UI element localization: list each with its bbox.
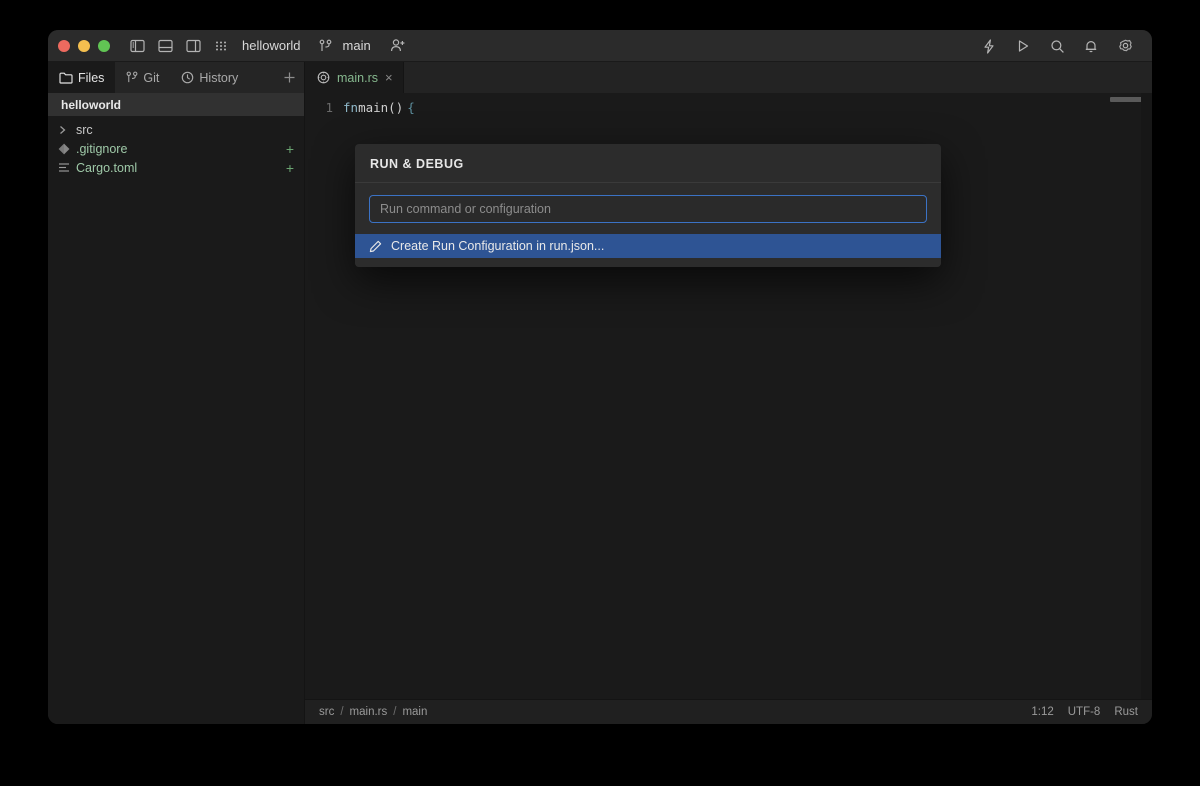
- code-keyword: fn: [343, 99, 359, 115]
- breadcrumb-item-main[interactable]: main: [402, 706, 427, 718]
- title-bar: helloworld main: [48, 30, 1152, 62]
- close-icon[interactable]: ×: [385, 70, 393, 85]
- left-panel-icon[interactable]: [126, 35, 148, 57]
- editor-scrollbar[interactable]: [1141, 93, 1152, 699]
- project-name-button[interactable]: helloworld: [238, 38, 307, 53]
- breadcrumb-separator: /: [393, 706, 397, 718]
- bell-icon[interactable]: [1080, 35, 1102, 57]
- branch-button[interactable]: main: [315, 35, 377, 57]
- sidebar-tab-files[interactable]: Files: [48, 62, 116, 93]
- language-indicator[interactable]: Rust: [1114, 706, 1138, 718]
- chevron-right-icon[interactable]: [58, 125, 76, 135]
- editor-tab-label: main.rs: [337, 70, 378, 85]
- sidebar-tab-history-label: History: [199, 70, 239, 85]
- tree-item-gitignore[interactable]: .gitignore +: [48, 139, 304, 158]
- search-icon[interactable]: [1046, 35, 1068, 57]
- editor-tab-main-rs[interactable]: main.rs ×: [305, 62, 404, 93]
- tree-item-gitignore-label: .gitignore: [76, 141, 128, 156]
- code-brace: {: [407, 99, 415, 115]
- editor-tab-bar: main.rs ×: [305, 62, 1152, 93]
- breadcrumb-item-src[interactable]: src: [319, 706, 334, 718]
- window-controls[interactable]: [58, 39, 110, 52]
- minimap-indicator[interactable]: [1110, 97, 1144, 102]
- git-status-added-badge: +: [285, 140, 294, 157]
- folder-icon: [59, 72, 73, 84]
- add-sidebar-tab-button[interactable]: [283, 62, 296, 93]
- sidebar-tab-bar: Files Git History: [48, 62, 304, 93]
- git-branch-icon: [315, 35, 337, 57]
- lightning-icon[interactable]: [978, 35, 1000, 57]
- rust-icon: [317, 71, 330, 84]
- clock-icon: [181, 71, 194, 84]
- file-tree: src .gitignore + Cargo.toml +: [48, 116, 304, 724]
- branch-label: main: [342, 38, 371, 53]
- create-run-configuration-label: Create Run Configuration in run.json...: [391, 239, 605, 253]
- create-run-configuration-item[interactable]: Create Run Configuration in run.json...: [355, 234, 941, 258]
- run-play-icon[interactable]: [1012, 35, 1034, 57]
- status-bar: src / main.rs / main 1:12 UTF-8 Rust: [305, 699, 1152, 724]
- sidebar-tab-git-label: Git: [143, 70, 160, 85]
- status-bar-right: 1:12 UTF-8 Rust: [1031, 706, 1138, 718]
- tree-item-cargo-toml[interactable]: Cargo.toml +: [48, 158, 304, 177]
- close-window-button[interactable]: [58, 39, 70, 52]
- breadcrumb[interactable]: src / main.rs / main: [319, 706, 427, 718]
- gear-icon[interactable]: [1114, 35, 1136, 57]
- bottom-panel-icon[interactable]: [154, 35, 176, 57]
- right-panel-icon[interactable]: [182, 35, 204, 57]
- sidebar: Files Git History helloworld src .gitign…: [48, 62, 305, 724]
- minimize-window-button[interactable]: [78, 39, 90, 52]
- project-name-label: helloworld: [242, 38, 301, 53]
- code-function-name: main(): [358, 99, 404, 115]
- sidebar-tab-history[interactable]: History: [170, 62, 249, 93]
- sidebar-tab-git[interactable]: Git: [115, 62, 170, 93]
- titlebar-actions: [978, 30, 1142, 62]
- breadcrumb-item-main-rs[interactable]: main.rs: [350, 706, 388, 718]
- breadcrumb-separator: /: [340, 706, 344, 718]
- tree-item-src[interactable]: src: [48, 120, 304, 139]
- grid-apps-icon[interactable]: [210, 35, 232, 57]
- encoding-indicator[interactable]: UTF-8: [1068, 706, 1101, 718]
- git-file-icon: [58, 143, 76, 155]
- tree-item-cargo-toml-label: Cargo.toml: [76, 160, 138, 175]
- code-line-1: 1 fn main() {: [305, 98, 1152, 116]
- maximize-window-button[interactable]: [98, 39, 110, 52]
- run-debug-dialog: RUN & DEBUG Create Run Configuration in …: [355, 144, 941, 267]
- dialog-input-row: [355, 183, 941, 234]
- git-branch-icon: [126, 71, 138, 84]
- app-window: helloworld main Files Git History hellow…: [48, 30, 1152, 724]
- project-root-header[interactable]: helloworld: [48, 93, 304, 116]
- run-command-input[interactable]: [369, 195, 927, 223]
- dialog-footer: [355, 258, 941, 267]
- dialog-title: RUN & DEBUG: [355, 144, 941, 183]
- sidebar-tab-files-label: Files: [78, 70, 105, 85]
- cursor-position[interactable]: 1:12: [1031, 706, 1053, 718]
- pencil-icon: [369, 240, 382, 253]
- tree-item-src-label: src: [76, 122, 93, 137]
- line-number: 1: [325, 99, 333, 115]
- add-collaborator-icon[interactable]: [387, 35, 409, 57]
- toml-file-icon: [58, 162, 76, 173]
- git-status-added-badge: +: [285, 159, 294, 176]
